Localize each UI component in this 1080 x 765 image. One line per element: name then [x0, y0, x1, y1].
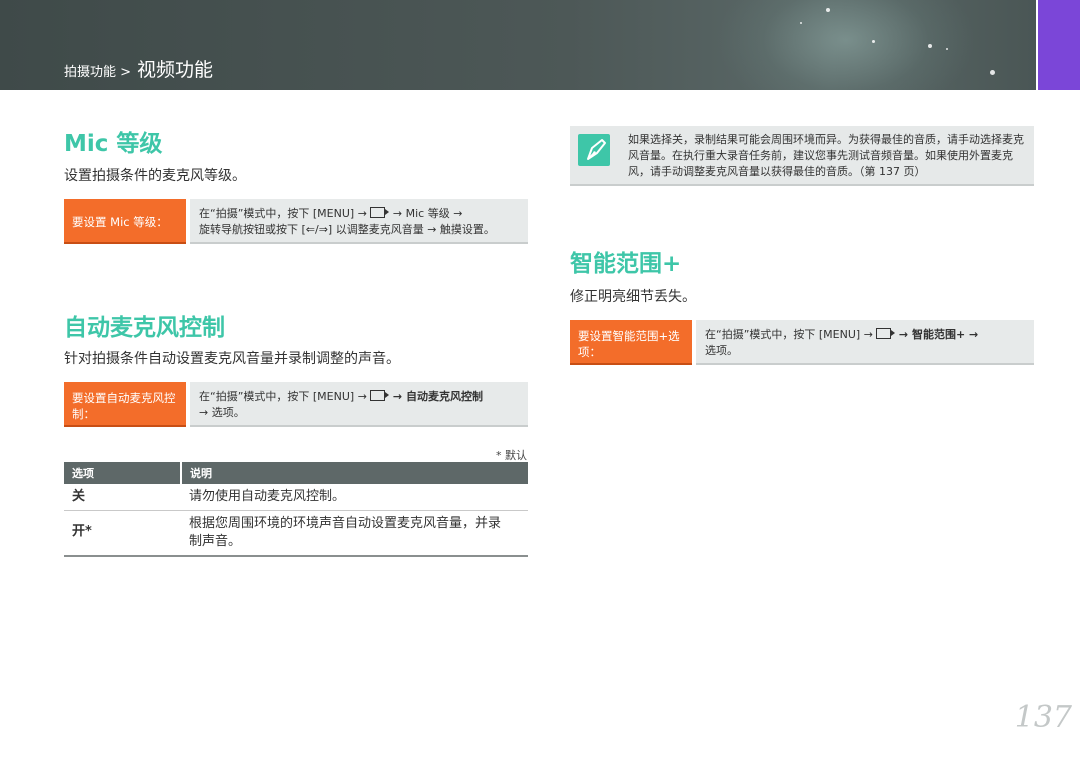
header-glow — [716, 0, 976, 90]
step-text: 在“拍摄”模式中，按下 [MENU] → — [199, 390, 367, 403]
note-text: 如果选择关，录制结果可能会周围环境而异。为获得最佳的音质，请手动选择麦克风音量。… — [628, 133, 1024, 178]
option-name: 关 — [64, 484, 181, 511]
movie-icon — [370, 390, 390, 401]
sparkle — [928, 44, 932, 48]
howto-step-line: 旋转导航按钮或按下 [⇐/⇒] 以调整麦克风音量 → 触摸设置。 — [199, 223, 495, 236]
table-row: 开* 根据您周围环境的环境声音自动设置麦克风音量，并录制声音。 — [64, 510, 528, 557]
step-text: → Mic 等级 → — [392, 207, 463, 220]
option-description: 请勿使用自动麦克风控制。 — [181, 484, 528, 511]
breadcrumb-parent[interactable]: 拍摄功能 > — [64, 61, 131, 80]
section-title-mic-level: Mic 等级 — [64, 131, 163, 157]
step-text: → 智能范围+ → — [898, 328, 979, 341]
howto-step-line: 在“拍摄”模式中，按下 [MENU] → → Mic 等级 → — [199, 206, 519, 222]
sparkle — [826, 8, 830, 12]
option-name: 开* — [64, 510, 181, 557]
howto-auto-mic: 要设置自动麦克风控制： 在“拍摄”模式中，按下 [MENU] → → 自动麦克风… — [64, 382, 528, 427]
pen-nib-icon — [578, 134, 610, 166]
section-title-auto-mic: 自动麦克风控制 — [64, 315, 225, 341]
howto-step-line: 在“拍摄”模式中，按下 [MENU] → → 智能范围+ → — [705, 327, 1025, 343]
pen-nib-icon-svg — [587, 139, 606, 160]
sparkle — [872, 40, 875, 43]
section-lead-smart-range: 修正明亮细节丢失。 — [570, 289, 696, 305]
step-text: 在“拍摄”模式中，按下 [MENU] → — [705, 328, 873, 341]
howto-mic-level: 要设置 Mic 等级： 在“拍摄”模式中，按下 [MENU] → → Mic 等… — [64, 199, 528, 244]
option-description: 根据您周围环境的环境声音自动设置麦克风音量，并录制声音。 — [181, 510, 528, 557]
howto-steps: 在“拍摄”模式中，按下 [MENU] → → Mic 等级 → 旋转导航按钮或按… — [190, 199, 528, 244]
table-header-description: 说明 — [180, 462, 528, 484]
breadcrumb: 拍摄功能 > 视频功能 — [64, 55, 213, 82]
table-header-option: 选项 — [64, 462, 181, 484]
step-text: → 自动麦克风控制 — [392, 390, 483, 403]
section-lead-auto-mic: 针对拍摄条件自动设置麦克风音量并录制调整的声音。 — [64, 351, 400, 367]
howto-steps: 在“拍摄”模式中，按下 [MENU] → → 智能范围+ → 选项。 — [696, 320, 1034, 365]
breadcrumb-current: 视频功能 — [137, 59, 214, 81]
howto-tag: 要设置智能范围+选项： — [570, 320, 692, 365]
movie-icon — [370, 207, 390, 218]
howto-step-line: 在“拍摄”模式中，按下 [MENU] → → 自动麦克风控制 — [199, 389, 519, 405]
table-row: 关 请勿使用自动麦克风控制。 — [64, 484, 528, 511]
movie-icon — [876, 328, 896, 339]
sparkle — [990, 70, 995, 75]
chapter-header: 拍摄功能 > 视频功能 — [0, 0, 1036, 90]
options-table: 选项 说明 关 请勿使用自动麦克风控制。 开* 根据您周围环境的环境声音自动设置… — [64, 462, 528, 557]
step-text: 在“拍摄”模式中，按下 [MENU] → — [199, 207, 367, 220]
howto-tag: 要设置自动麦克风控制： — [64, 382, 186, 427]
divider — [1036, 0, 1038, 90]
section-lead-mic-level: 设置拍摄条件的麦克风等级。 — [64, 168, 246, 184]
note-box: 如果选择关，录制结果可能会周围环境而异。为获得最佳的音质，请手动选择麦克风音量。… — [570, 126, 1034, 186]
chapter-tab[interactable] — [1036, 0, 1080, 90]
howto-step-line: 选项。 — [705, 344, 738, 357]
howto-smart-range: 要设置智能范围+选项： 在“拍摄”模式中，按下 [MENU] → → 智能范围+… — [570, 320, 1034, 365]
default-note: * 默认 — [496, 449, 527, 462]
section-title-smart-range: 智能范围+ — [570, 251, 682, 277]
howto-step-line: → 选项。 — [199, 406, 245, 419]
chapter-tab-color — [1036, 0, 1080, 90]
page-number: 137 — [1014, 700, 1072, 735]
sparkle — [946, 48, 948, 50]
howto-tag: 要设置 Mic 等级： — [64, 199, 186, 244]
sparkle — [800, 22, 802, 24]
howto-steps: 在“拍摄”模式中，按下 [MENU] → → 自动麦克风控制 → 选项。 — [190, 382, 528, 427]
table-header-row: 选项 说明 — [64, 462, 528, 484]
